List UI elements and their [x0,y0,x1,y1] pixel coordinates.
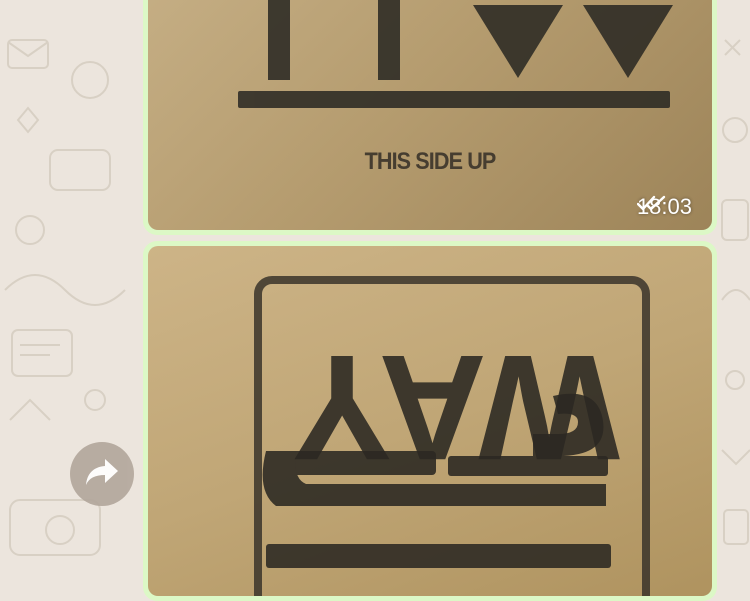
photo-way-stencil[interactable]: WAY [148,246,712,596]
stencil-way-graphic: WAY [254,276,650,596]
forward-button[interactable] [70,442,134,506]
photo-this-side-up[interactable]: THIS SIDE UP 18:03 [148,0,712,230]
message-bubble-image[interactable]: THIS SIDE UP 18:03 [143,0,717,235]
stencil-arrows-graphic [238,0,673,108]
message-bubble-image[interactable]: WAY [143,241,717,601]
forward-icon [85,457,119,492]
message-meta: 18:03 [636,194,698,220]
photo-stamp-text: THIS SIDE UP [364,148,497,175]
